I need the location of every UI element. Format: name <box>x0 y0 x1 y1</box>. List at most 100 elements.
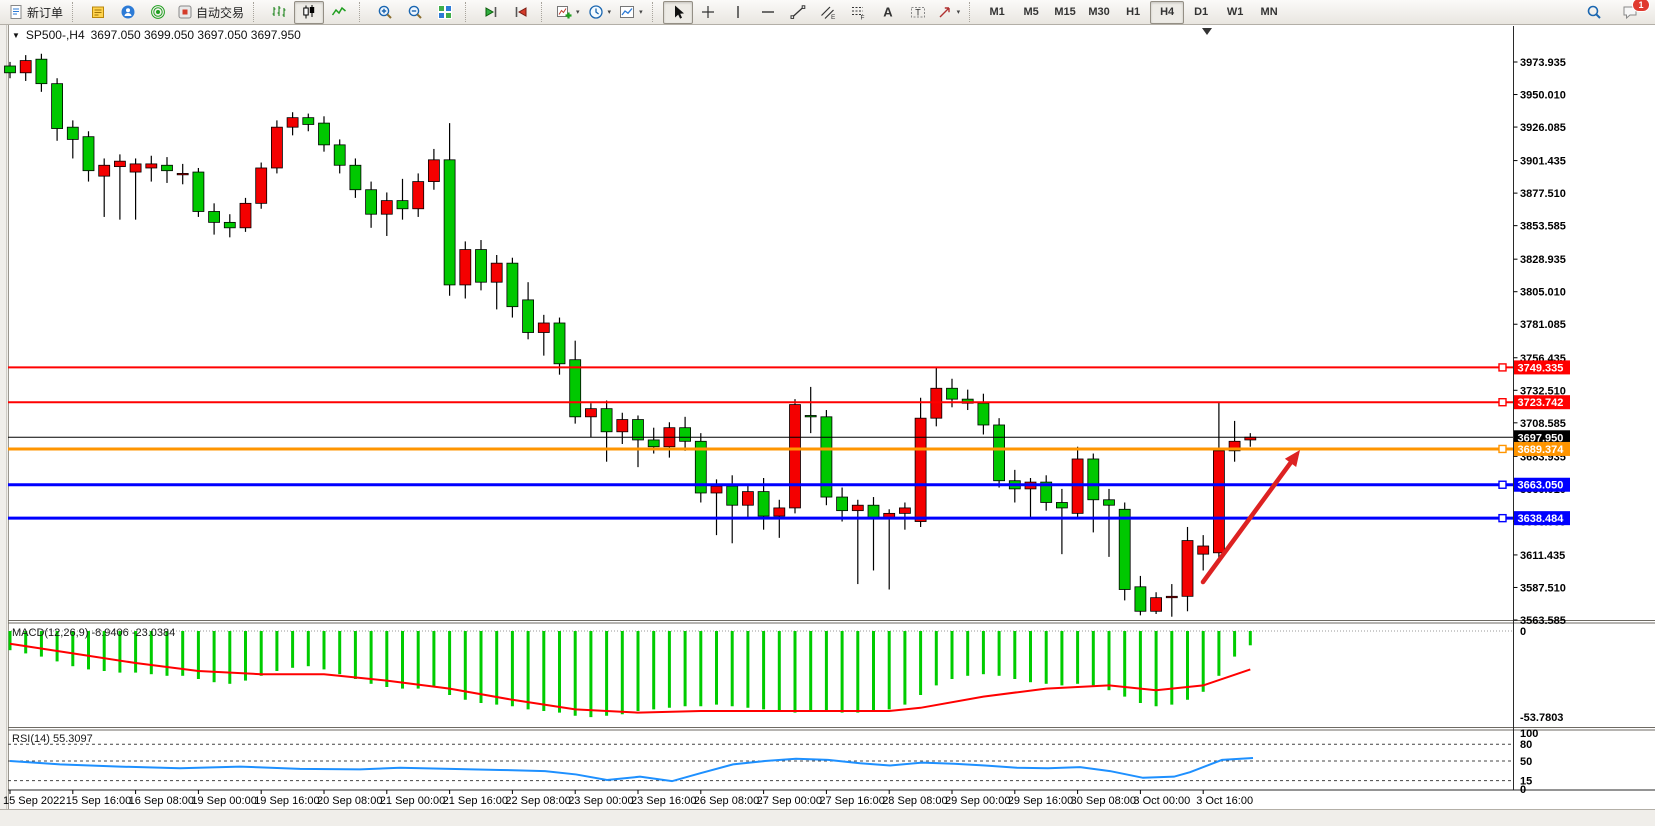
trendline-icon <box>790 4 806 20</box>
time-tick-label: 16 Sep 08:00 <box>129 795 194 807</box>
price-badge: 3723.742 <box>1514 395 1570 409</box>
new-chart-button[interactable]: ▾ <box>552 1 584 24</box>
trendline-button[interactable] <box>783 1 813 24</box>
vertical-line-button[interactable] <box>723 1 753 24</box>
community-button[interactable] <box>113 1 143 24</box>
resistance-line-1-handle[interactable] <box>1499 364 1506 371</box>
symbol-collapse-marker[interactable]: ▼ <box>12 31 20 40</box>
cursor-button[interactable] <box>663 1 693 24</box>
toolbar-separator <box>253 2 260 22</box>
macd-signal-line <box>10 644 1250 713</box>
svg-text:3638.484: 3638.484 <box>1518 513 1565 525</box>
timeframe-m1-button[interactable]: M1 <box>980 1 1014 24</box>
periods-button[interactable]: ▾ <box>584 1 616 24</box>
time-tick-label: 19 Sep 16:00 <box>254 795 319 807</box>
macd-label: MACD(12,26,9) -8.9406 -23.0384 <box>12 627 175 639</box>
bar-chart-button[interactable] <box>264 1 294 24</box>
candlestick-chart-button[interactable] <box>294 1 324 24</box>
auto-trading-button[interactable]: 自动交易 <box>173 1 248 24</box>
note-button[interactable] <box>83 1 113 24</box>
time-tick-label: 23 Sep 00:00 <box>568 795 633 807</box>
time-tick-label: 23 Sep 16:00 <box>631 795 696 807</box>
svg-text:F: F <box>860 15 864 21</box>
timeframe-h4-button[interactable]: H4 <box>1150 1 1184 24</box>
time-tick-label: 3 Oct 16:00 <box>1196 795 1253 807</box>
zoom-in-button[interactable] <box>370 1 400 24</box>
line-chart-button[interactable] <box>324 1 354 24</box>
price-tick-label: 3950.010 <box>1520 90 1566 102</box>
chevron-down-icon[interactable]: ▾ <box>957 8 961 16</box>
support-line-2-handle[interactable] <box>1499 515 1506 522</box>
toolbar-separator <box>72 2 79 22</box>
timeframe-h1-button[interactable]: H1 <box>1116 1 1150 24</box>
chart-shift-button[interactable] <box>506 1 536 24</box>
auto-scroll-icon <box>483 4 499 20</box>
time-tick-label: 29 Sep 00:00 <box>945 795 1010 807</box>
svg-text:T: T <box>915 8 921 18</box>
chevron-down-icon[interactable]: ▾ <box>576 8 580 16</box>
support-line-1-handle[interactable] <box>1499 481 1506 488</box>
templates-button[interactable]: ▾ <box>615 1 647 24</box>
price-tick-label: 3708.585 <box>1520 418 1566 430</box>
price-badge: 3749.335 <box>1514 360 1570 374</box>
timeframe-m30-button[interactable]: M30 <box>1082 1 1116 24</box>
macd-histogram <box>10 631 1250 717</box>
time-tick-label: 15 Sep 2022 <box>3 795 65 807</box>
price-axis[interactable]: 3973.9353950.0103926.0853901.4353877.510… <box>1514 57 1571 627</box>
svg-text:3689.374: 3689.374 <box>1518 444 1565 456</box>
channel-button[interactable]: E <box>813 1 843 24</box>
community-icon <box>120 4 136 20</box>
price-badge: 3638.484 <box>1514 511 1570 525</box>
note-icon <box>90 4 106 20</box>
time-tick-label: 27 Sep 16:00 <box>819 795 884 807</box>
price-badge: 3689.374 <box>1514 442 1570 456</box>
price-tick-label: 3828.935 <box>1520 254 1566 266</box>
bar-chart-icon <box>271 4 287 20</box>
timeframe-mn-button[interactable]: MN <box>1252 1 1286 24</box>
notifications-button[interactable]: 1 <box>1615 1 1645 24</box>
svg-text:3663.050: 3663.050 <box>1518 480 1564 492</box>
crosshair-icon <box>700 4 716 20</box>
time-tick-label: 30 Sep 08:00 <box>1071 795 1136 807</box>
chevron-down-icon[interactable]: ▾ <box>639 8 643 16</box>
svg-text:E: E <box>831 14 836 20</box>
svg-text:3749.335: 3749.335 <box>1518 362 1564 374</box>
timeframe-m15-button[interactable]: M15 <box>1048 1 1082 24</box>
timeframe-d1-button[interactable]: D1 <box>1184 1 1218 24</box>
text-icon: A <box>880 4 896 20</box>
macd-axis-label: -53.7803 <box>1520 712 1563 724</box>
pivot-line-handle[interactable] <box>1499 445 1506 452</box>
new-chart-icon <box>556 4 572 20</box>
time-tick-label: 21 Sep 16:00 <box>443 795 508 807</box>
cursor-icon <box>670 4 686 20</box>
tile-windows-button[interactable] <box>430 1 460 24</box>
chart-shift-marker[interactable] <box>1202 28 1212 35</box>
zoom-out-button[interactable] <box>400 1 430 24</box>
resistance-line-2-handle[interactable] <box>1499 399 1506 406</box>
timeframe-m5-button[interactable]: M5 <box>1014 1 1048 24</box>
chevron-down-icon[interactable]: ▾ <box>608 8 612 16</box>
fibonacci-icon: F <box>850 4 866 20</box>
rsi-axis-label: 0 <box>1520 784 1526 796</box>
rsi-axis-label: 100 <box>1520 728 1538 740</box>
label-button[interactable]: T <box>903 1 933 24</box>
auto-trading-icon <box>177 4 193 20</box>
shapes-button[interactable]: ▾ <box>933 1 965 24</box>
chart-symbol-period: SP500-,H4 <box>26 28 85 42</box>
crosshair-button[interactable] <box>693 1 723 24</box>
time-tick-label: 27 Sep 00:00 <box>757 795 822 807</box>
search-button[interactable] <box>1579 1 1609 24</box>
auto-scroll-button[interactable] <box>476 1 506 24</box>
chart-title-row: ▼ SP500-,H4 3697.050 3699.050 3697.050 3… <box>12 27 301 43</box>
timeframe-w1-button[interactable]: W1 <box>1218 1 1252 24</box>
price-badge: 3663.050 <box>1514 478 1570 492</box>
text-button[interactable]: A <box>873 1 903 24</box>
broadcast-button[interactable] <box>143 1 173 24</box>
fibonacci-button[interactable]: F <box>843 1 873 24</box>
price-tick-label: 3926.085 <box>1520 122 1566 134</box>
new-order-button[interactable]: 新订单 <box>4 1 67 24</box>
horizontal-line-button[interactable] <box>753 1 783 24</box>
rsi-line <box>10 758 1253 781</box>
time-axis[interactable]: 15 Sep 202215 Sep 16:0016 Sep 08:0019 Se… <box>3 790 1253 807</box>
chart-canvas[interactable]: MACD(12,26,9) -8.9406 -23.03840-53.7803R… <box>0 0 1655 826</box>
